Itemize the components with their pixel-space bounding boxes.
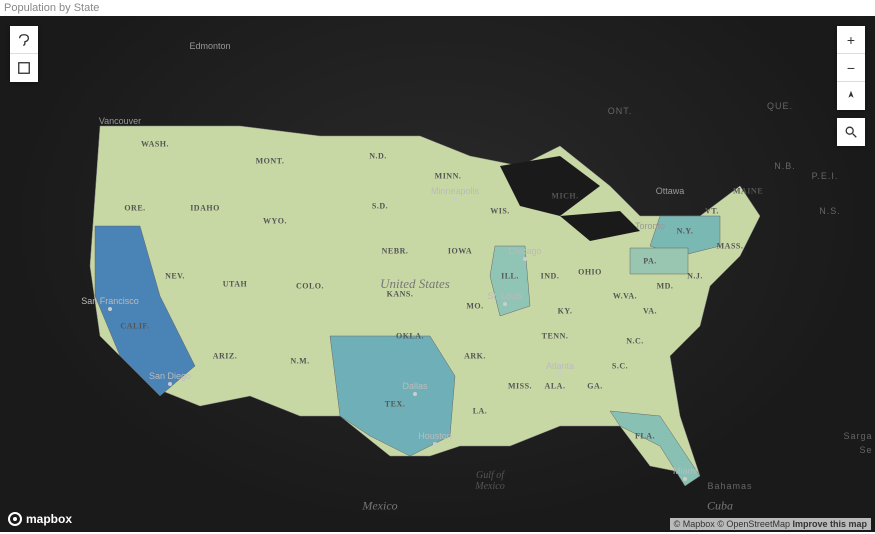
mapbox-logo-icon: [8, 512, 22, 526]
city-dot: [523, 257, 527, 261]
navigation-controls: + −: [837, 26, 865, 110]
selection-controls: [10, 26, 38, 82]
city-dot: [503, 302, 507, 306]
lasso-select-button[interactable]: [10, 26, 38, 54]
lasso-icon: [17, 33, 31, 47]
city-dot: [453, 197, 457, 201]
attribution-osm-link[interactable]: © OpenStreetMap: [717, 519, 790, 529]
city-dot: [433, 442, 437, 446]
city-dot: [558, 372, 562, 376]
city-dot: [108, 307, 112, 311]
city-dot: [683, 477, 687, 481]
zoom-in-button[interactable]: +: [837, 26, 865, 54]
search-control: [837, 118, 865, 146]
search-icon: [844, 125, 858, 139]
box-icon: [17, 61, 31, 75]
improve-map-link[interactable]: Improve this map: [792, 519, 867, 529]
box-select-button[interactable]: [10, 54, 38, 82]
map-container[interactable]: WASH.ORE.CALIF.IDAHONEV.UTAHARIZ.MONT.WY…: [0, 16, 875, 532]
mapbox-logo-text: mapbox: [26, 512, 72, 526]
us-states-layer: [0, 16, 875, 532]
attribution-mapbox-link[interactable]: © Mapbox: [674, 519, 715, 529]
geocoder-button[interactable]: [837, 118, 865, 146]
compass-button[interactable]: [837, 82, 865, 110]
chart-title: Population by State: [0, 0, 875, 16]
compass-icon: [844, 89, 858, 103]
zoom-out-button[interactable]: −: [837, 54, 865, 82]
city-dot: [413, 392, 417, 396]
attribution: © Mapbox © OpenStreetMap Improve this ma…: [670, 518, 871, 530]
city-dot: [168, 382, 172, 386]
mapbox-logo[interactable]: mapbox: [8, 512, 72, 526]
